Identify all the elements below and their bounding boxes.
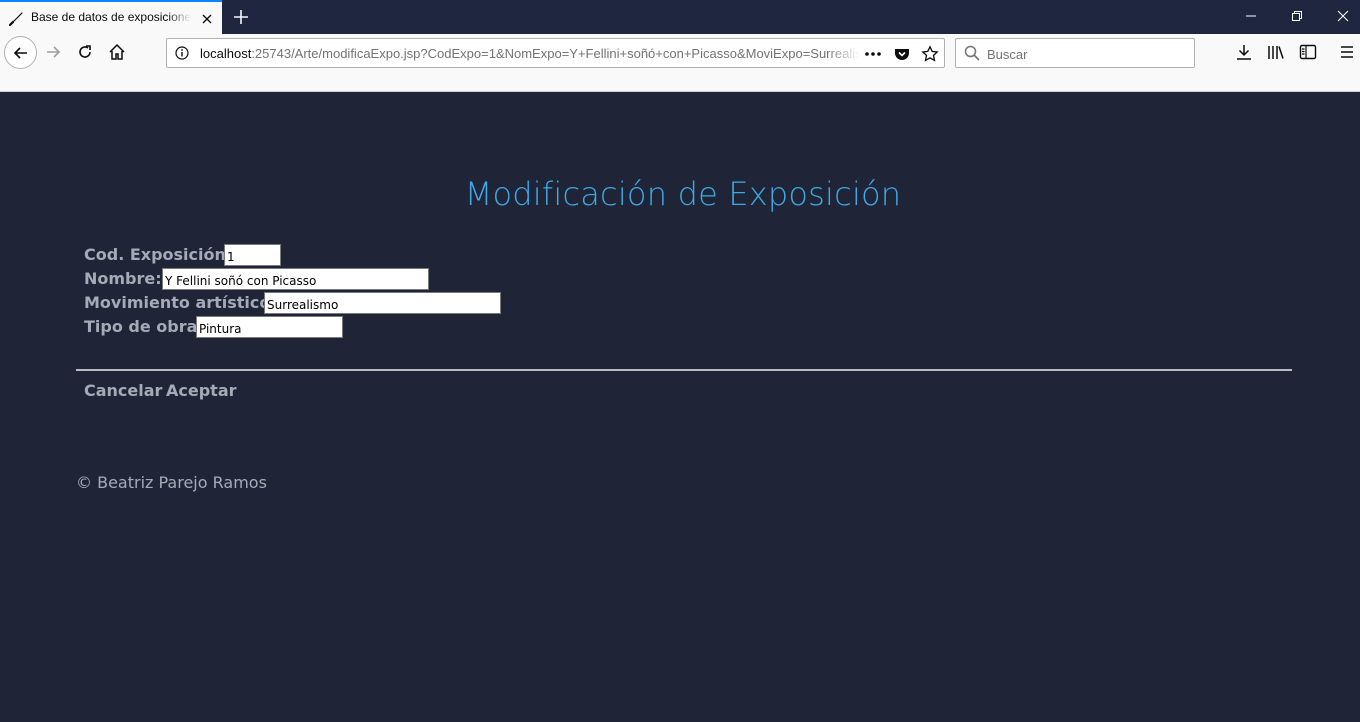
forward-arrow-icon[interactable] [44,43,62,61]
search-icon [964,45,980,61]
info-icon[interactable] [175,46,189,60]
type-input[interactable] [196,316,343,338]
page-actions-button[interactable] [864,45,882,63]
url-host: localhost [200,46,252,61]
library-icon [1268,46,1284,59]
hamburger-menu-icon [1341,46,1353,58]
url-path: :25743/Arte/modificaExpo.jsp?CodExpo=1&N… [251,46,860,61]
back-button[interactable] [4,36,37,69]
sidebar-button[interactable] [1299,43,1317,61]
sidebar-icon [1299,44,1317,60]
cancel-button[interactable]: Cancelar [84,381,162,400]
menu-button[interactable] [1338,43,1356,61]
star-icon [921,45,939,62]
tab-title: Base de datos de exposiciones de arte [31,10,191,24]
type-label: Tipo de obra: [84,317,204,336]
name-label: Nombre: [84,269,162,288]
browser-titlebar: Base de datos de exposiciones de arte [0,0,1360,34]
minimize-icon [1246,15,1256,17]
paintbrush-icon [8,12,23,27]
divider [76,369,1292,371]
ellipsis-icon [865,52,881,56]
library-button[interactable] [1267,43,1285,61]
code-label: Cod. Exposición: [84,245,233,264]
browser-tab-active[interactable]: Base de datos de exposiciones de arte [0,0,222,34]
accept-button[interactable]: Aceptar [166,381,237,400]
close-icon [1337,10,1349,22]
name-input[interactable] [162,268,429,290]
home-icon[interactable] [108,43,126,61]
footer-copyright: © Beatriz Parejo Ramos [76,473,267,492]
close-tab-icon[interactable] [199,11,215,27]
page-content: Modificación de Exposición Cod. Exposici… [0,93,1360,722]
restore-button[interactable] [1274,0,1320,32]
downloads-button[interactable] [1235,43,1253,61]
page-title: Modificación de Exposición [464,175,902,213]
url-text[interactable]: localhost:25743/Arte/modificaExpo.jsp?Co… [200,46,860,61]
reload-icon[interactable] [76,43,94,61]
search-bar[interactable] [955,38,1195,68]
code-input[interactable] [224,244,281,266]
movement-label: Movimiento artístico: [84,293,277,312]
pocket-icon [895,49,909,60]
close-window-button[interactable] [1320,0,1360,32]
minimize-button[interactable] [1228,0,1274,32]
pocket-button[interactable] [893,45,911,63]
restore-icon [1292,11,1302,21]
bookmark-button[interactable] [921,45,939,63]
download-icon [1237,45,1251,60]
new-tab-icon[interactable] [231,7,251,27]
movement-input[interactable] [264,292,501,314]
search-input[interactable] [987,44,1187,64]
url-bar[interactable]: localhost:25743/Arte/modificaExpo.jsp?Co… [166,38,945,68]
browser-navbar: localhost:25743/Arte/modificaExpo.jsp?Co… [0,34,1360,92]
arrow-left-icon [13,46,27,59]
